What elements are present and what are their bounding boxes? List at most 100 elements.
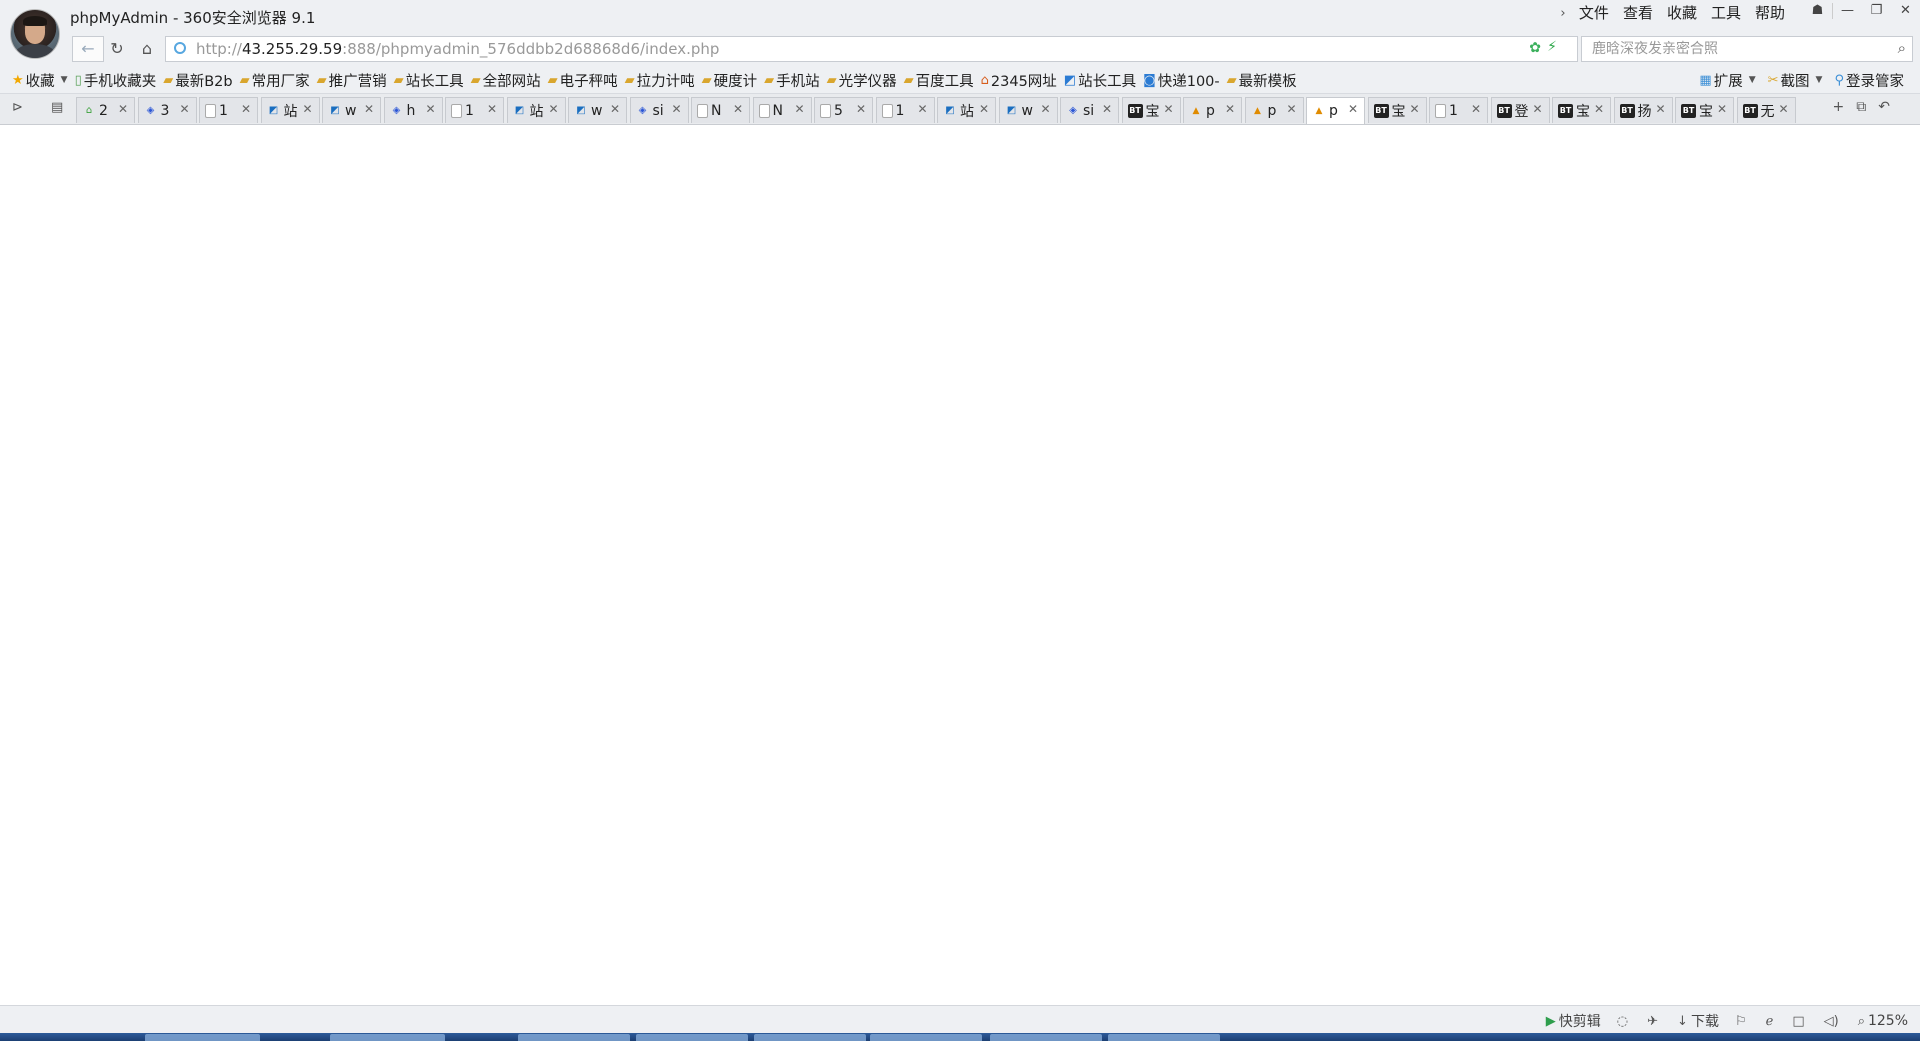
browser-tab[interactable]: BT 宝 ✕	[1121, 97, 1181, 123]
sidebar-toggle-icon[interactable]: ⊳	[12, 100, 23, 115]
taskbar-button[interactable]	[636, 1034, 748, 1041]
chevron-right-icon[interactable]: ›	[1554, 6, 1572, 21]
window-mode-button[interactable]: □	[1784, 1014, 1815, 1029]
bookmark-folder[interactable]: ▰ 站长工具	[392, 70, 469, 90]
browser-tab[interactable]: ◈ si ✕	[1060, 97, 1119, 123]
bookmark-item[interactable]: ◩ 站长工具	[1062, 70, 1141, 90]
tab-close-icon[interactable]: ✕	[548, 102, 558, 116]
browser-tab[interactable]: ◩ 站 ✕	[506, 97, 566, 123]
taskbar-button[interactable]	[754, 1034, 866, 1041]
tab-close-icon[interactable]: ✕	[1225, 102, 1235, 116]
browser-tab[interactable]: N ✕	[691, 97, 750, 123]
search-input[interactable]	[1590, 39, 1874, 59]
tab-close-icon[interactable]: ✕	[179, 102, 189, 116]
browser-tab[interactable]: N ✕	[752, 97, 812, 123]
browser-tab[interactable]: BT 宝 ✕	[1552, 97, 1611, 123]
browser-tab[interactable]: BT 宝 ✕	[1675, 97, 1734, 123]
zoom-button[interactable]: ⌕ 125%	[1850, 1013, 1916, 1029]
bookmark-folder[interactable]: ▰ 全部网站	[469, 70, 546, 90]
tab-close-icon[interactable]: ✕	[487, 102, 497, 116]
minimize-button[interactable]: —	[1833, 0, 1862, 22]
pin-button[interactable]: ✈	[1639, 1014, 1669, 1029]
menu-favorites[interactable]: 收藏	[1660, 3, 1704, 23]
tab-close-icon[interactable]: ✕	[425, 102, 435, 116]
browser-tab[interactable]: ◩ 站 ✕	[937, 97, 996, 123]
tab-close-icon[interactable]: ✕	[364, 102, 374, 116]
browser-tab[interactable]: ◩ 站 ✕	[260, 97, 320, 123]
tab-close-icon[interactable]: ✕	[118, 102, 128, 116]
bookmark-folder[interactable]: ▰ 拉力计吨	[623, 70, 700, 90]
tab-close-icon[interactable]: ✕	[1655, 102, 1665, 116]
accelerate-button[interactable]: ◌	[1609, 1014, 1639, 1029]
flag-button[interactable]: ⚐	[1727, 1014, 1758, 1029]
menu-view[interactable]: 查看	[1616, 3, 1660, 23]
restore-button[interactable]: ❐	[1862, 0, 1891, 22]
tab-close-icon[interactable]: ✕	[1778, 102, 1788, 116]
menu-file[interactable]: 文件	[1572, 3, 1616, 23]
browser-tab[interactable]: ▲ p ✕	[1183, 97, 1242, 123]
bookmark-item[interactable]: ▯ 手机收藏夹	[73, 70, 162, 90]
tab-close-icon[interactable]: ✕	[1409, 102, 1419, 116]
security-gear-icon[interactable]: ✿	[1529, 40, 1541, 56]
tab-close-icon[interactable]: ✕	[1102, 102, 1112, 116]
quick-clip-button[interactable]: ▶ 快剪辑	[1538, 1011, 1609, 1031]
reload-button[interactable]: ↻	[102, 36, 132, 62]
menu-help[interactable]: 帮助	[1748, 3, 1792, 23]
tab-close-icon[interactable]: ✕	[794, 102, 804, 116]
tab-close-icon[interactable]: ✕	[1040, 102, 1050, 116]
bookmark-folder[interactable]: ▰ 硬度计	[700, 70, 763, 90]
tab-close-icon[interactable]: ✕	[1717, 102, 1727, 116]
tab-list-icon[interactable]: ▤	[51, 100, 63, 115]
browser-tab[interactable]: ◩ w ✕	[322, 97, 381, 123]
favorites-button[interactable]: ★ 收藏 ▼	[10, 70, 73, 90]
tab-close-icon[interactable]: ✕	[1594, 102, 1604, 116]
tab-close-icon[interactable]: ✕	[1348, 102, 1358, 116]
extensions-button[interactable]: ▦ 扩展 ▼	[1693, 70, 1761, 90]
tab-close-icon[interactable]: ✕	[856, 102, 866, 116]
browser-tab[interactable]: ◈ h ✕	[383, 97, 443, 123]
browser-tab[interactable]: ◩ w ✕	[568, 97, 627, 123]
tab-close-icon[interactable]: ✕	[1471, 102, 1481, 116]
browser-tab[interactable]: 1 ✕	[875, 97, 935, 123]
browser-tab[interactable]: ⌂ 2 ✕	[76, 97, 135, 123]
back-button[interactable]: ←	[72, 36, 104, 62]
browser-tab[interactable]: 1 ✕	[1429, 97, 1488, 123]
download-button[interactable]: ↓ 下载	[1669, 1011, 1727, 1031]
browser-tab[interactable]: 1 ✕	[445, 97, 504, 123]
bookmark-folder[interactable]: ▰ 手机站	[762, 70, 825, 90]
bookmark-folder[interactable]: ▰ 常用厂家	[238, 70, 315, 90]
browser-tab[interactable]: BT 宝 ✕	[1367, 97, 1427, 123]
taskbar-button[interactable]	[1108, 1034, 1220, 1041]
browser-tab[interactable]: ◩ w ✕	[998, 97, 1058, 123]
tab-close-icon[interactable]: ✕	[610, 102, 620, 116]
bookmark-item[interactable]: ⌂ 2345网址	[979, 70, 1062, 90]
browser-tab[interactable]: ▲ p ✕	[1306, 97, 1365, 124]
browser-tab[interactable]: BT 登 ✕	[1490, 97, 1550, 123]
browser-tab[interactable]: ◈ 3 ✕	[137, 97, 197, 123]
tab-close-icon[interactable]: ✕	[979, 102, 989, 116]
tab-close-icon[interactable]: ✕	[302, 102, 312, 116]
browser-tab[interactable]: ◈ si ✕	[629, 97, 689, 123]
browser-tab[interactable]: 5 ✕	[814, 97, 873, 123]
taskbar-button[interactable]	[518, 1034, 630, 1041]
browser-tab[interactable]: BT 扬 ✕	[1613, 97, 1673, 123]
bookmark-item[interactable]: ◙ 快递100-	[1141, 70, 1225, 90]
taskbar-button[interactable]	[145, 1034, 260, 1041]
close-button[interactable]: ✕	[1891, 0, 1920, 22]
screenshot-button[interactable]: ✂ 截图 ▼	[1762, 70, 1829, 90]
home-button[interactable]: ⌂	[132, 36, 162, 62]
tab-close-icon[interactable]: ✕	[917, 102, 927, 116]
speed-mode-icon[interactable]: ⚡	[1547, 39, 1557, 55]
ie-compat-button[interactable]: ℯ	[1758, 1014, 1785, 1029]
address-url[interactable]: http://43.255.29.59:888/phpmyadmin_576dd…	[196, 40, 719, 58]
undo-close-icon[interactable]: ↶	[1878, 99, 1890, 115]
user-avatar[interactable]	[10, 9, 60, 59]
address-bar[interactable]: http://43.255.29.59:888/phpmyadmin_576dd…	[165, 36, 1599, 62]
new-tab-icon[interactable]: +	[1833, 99, 1845, 115]
browser-tab[interactable]: 1 ✕	[199, 97, 258, 123]
tab-close-icon[interactable]: ✕	[241, 102, 251, 116]
bookmark-folder[interactable]: ▰ 推广营销	[315, 70, 392, 90]
tab-close-icon[interactable]: ✕	[1532, 102, 1542, 116]
bookmark-folder[interactable]: ▰ 光学仪器	[825, 70, 902, 90]
search-icon[interactable]: ⌕	[1898, 39, 1906, 57]
